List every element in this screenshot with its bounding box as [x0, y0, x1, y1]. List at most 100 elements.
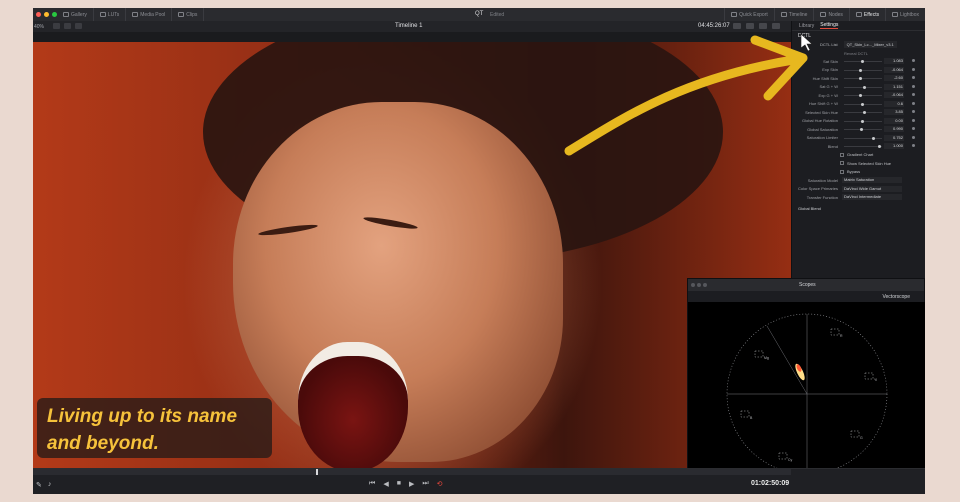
clip-info-icon[interactable] — [75, 23, 82, 29]
nodes-button[interactable]: Nodes — [813, 8, 848, 21]
go-to-start-icon[interactable]: ⏮ — [369, 480, 375, 488]
param-slider-handle[interactable] — [861, 119, 864, 123]
transfer-function-row: Transfer Function DaVinci Intermediate — [792, 193, 925, 202]
effects-button[interactable]: Effects — [848, 8, 885, 21]
param-slider-handle[interactable] — [859, 94, 863, 97]
dctl-section-header[interactable]: DCTL — [792, 31, 925, 40]
param-slider-handle[interactable] — [862, 85, 866, 89]
timeline-scrubber[interactable] — [33, 469, 791, 475]
param-slider-handle[interactable] — [871, 136, 875, 140]
param-slider-handle[interactable] — [861, 60, 864, 63]
viewer-frame[interactable]: Living up to its name and beyond. — [33, 42, 791, 468]
gallery-button[interactable]: Gallery — [57, 8, 94, 21]
checkbox-icon — [840, 169, 844, 174]
transfer-function-dropdown[interactable]: DaVinci Intermediate — [842, 194, 902, 201]
reset-icon[interactable] — [912, 93, 915, 96]
saturation-model-dropdown[interactable]: Matrix Saturation — [842, 177, 902, 184]
gradient-chart-checkbox[interactable]: Gradient Chart — [792, 151, 925, 160]
param-value-field[interactable]: 1.083 — [884, 58, 904, 65]
luts-button[interactable]: LUTs — [94, 8, 127, 21]
resolve-window: Gallery LUTs Media Pool Clips QT Edited … — [33, 8, 925, 494]
reset-icon[interactable] — [912, 76, 915, 79]
param-value-field[interactable]: 0.990 — [884, 126, 904, 133]
reset-icon[interactable] — [912, 101, 915, 105]
luts-icon — [99, 12, 106, 17]
reset-icon[interactable] — [912, 84, 915, 88]
reveal-dctl-button[interactable]: Reveal DCTL — [792, 49, 925, 57]
scopes-titlebar: Scopes — [688, 279, 924, 291]
pen-icon[interactable]: ✎ — [36, 481, 42, 489]
param-value-field[interactable]: 3.85 — [884, 109, 904, 116]
speaker-icon[interactable]: ♪ — [48, 481, 52, 489]
split-viewer-icon[interactable] — [64, 23, 71, 29]
param-label: Exp Skin — [822, 67, 838, 73]
tab-library[interactable]: Library — [799, 23, 814, 29]
scope-type-dropdown[interactable]: Vectorscope — [882, 294, 910, 300]
param-value-field[interactable]: -2.60 — [884, 75, 904, 82]
param-value-field[interactable]: 0.00 — [884, 117, 904, 124]
bypass-checkbox[interactable]: Bypass — [792, 168, 925, 177]
param-slider-handle[interactable] — [878, 145, 882, 148]
param-slider[interactable] — [844, 95, 882, 96]
minimize-window-button[interactable] — [44, 12, 49, 17]
reset-icon[interactable] — [912, 118, 915, 122]
reset-icon[interactable] — [912, 110, 915, 113]
loop-icon[interactable]: ⟲ — [437, 480, 443, 488]
reset-icon[interactable] — [912, 67, 915, 71]
param-value-field[interactable]: -0.064 — [884, 92, 904, 99]
monitor-icon[interactable] — [733, 23, 741, 29]
target-box — [740, 410, 750, 418]
close-scopes-button[interactable] — [691, 283, 695, 287]
param-slider[interactable] — [844, 78, 882, 79]
top-toolbar: Gallery LUTs Media Pool Clips QT Edited … — [33, 8, 925, 21]
reverse-play-icon[interactable]: ◀ — [383, 480, 388, 488]
dctl-parameters: Sat Skin 1.083 Exp Skin -0.064 Hue Shift Ski… — [792, 57, 925, 151]
param-slider-handle[interactable] — [862, 111, 866, 114]
param-slider[interactable] — [844, 69, 882, 71]
param-value-field[interactable]: 1.000 — [884, 143, 904, 150]
highlight-icon[interactable] — [746, 23, 754, 29]
viewer-mode-icons — [53, 23, 82, 29]
show-selected-skin-hue-checkbox[interactable]: Show Selected Skin Hue — [792, 159, 925, 168]
param-slider-handle[interactable] — [860, 128, 864, 131]
reset-icon[interactable] — [912, 144, 915, 147]
go-to-end-icon[interactable]: ⏭ — [422, 480, 428, 488]
zoom-scopes-button[interactable] — [703, 283, 707, 287]
param-slider[interactable] — [844, 137, 882, 139]
param-slider-handle[interactable] — [859, 68, 863, 72]
stop-icon[interactable]: ■ — [397, 480, 401, 488]
tab-settings[interactable]: Settings — [820, 22, 839, 29]
media-pool-button[interactable]: Media Pool — [126, 8, 173, 21]
param-value-field[interactable]: -0.064 — [884, 66, 904, 73]
reset-icon[interactable] — [912, 127, 915, 130]
playhead[interactable] — [315, 469, 318, 475]
param-value-field[interactable]: 1.151 — [884, 83, 904, 90]
dctl-param-row: Global Hue Rotation 0.00 — [792, 117, 925, 126]
minimize-scopes-button[interactable] — [697, 283, 701, 287]
lightbox-button[interactable]: Lightbox — [885, 8, 925, 21]
dctl-list-dropdown[interactable]: QT_Skin_Lc..._Mixer_v3.1 — [843, 41, 897, 48]
dctl-param-row: Saturation Limiter 0.752 — [792, 134, 925, 143]
more-options-icon[interactable] — [772, 23, 780, 29]
reset-icon[interactable] — [912, 135, 915, 139]
wipe-icon[interactable] — [759, 23, 767, 29]
param-value-field[interactable]: 0.752 — [884, 134, 904, 141]
zoom-level[interactable]: 40% — [34, 24, 44, 30]
clips-button[interactable]: Clips — [172, 8, 205, 21]
quick-export-button[interactable]: Quick Export — [724, 8, 774, 21]
color-space-dropdown[interactable]: DaVinci Wide Gamut — [842, 185, 902, 192]
global-blend-section[interactable]: Global Blend — [792, 204, 925, 214]
param-slider-handle[interactable] — [859, 77, 863, 80]
play-icon[interactable]: ▶ — [409, 480, 414, 488]
dropdown-group: Saturation Model Matrix Saturation Color … — [792, 176, 925, 202]
timeline-selector[interactable]: Timeline 1 — [395, 23, 422, 29]
single-viewer-icon[interactable] — [53, 23, 60, 29]
param-slider-handle[interactable] — [861, 102, 864, 106]
saturation-model-row: Saturation Model Matrix Saturation — [792, 176, 925, 185]
close-window-button[interactable] — [36, 12, 41, 17]
param-slider[interactable] — [844, 146, 882, 147]
target-label: G — [860, 436, 863, 440]
timeline-button[interactable]: Timeline — [773, 8, 814, 21]
param-value-field[interactable]: 0.6 — [884, 100, 904, 107]
reset-icon[interactable] — [912, 59, 915, 62]
